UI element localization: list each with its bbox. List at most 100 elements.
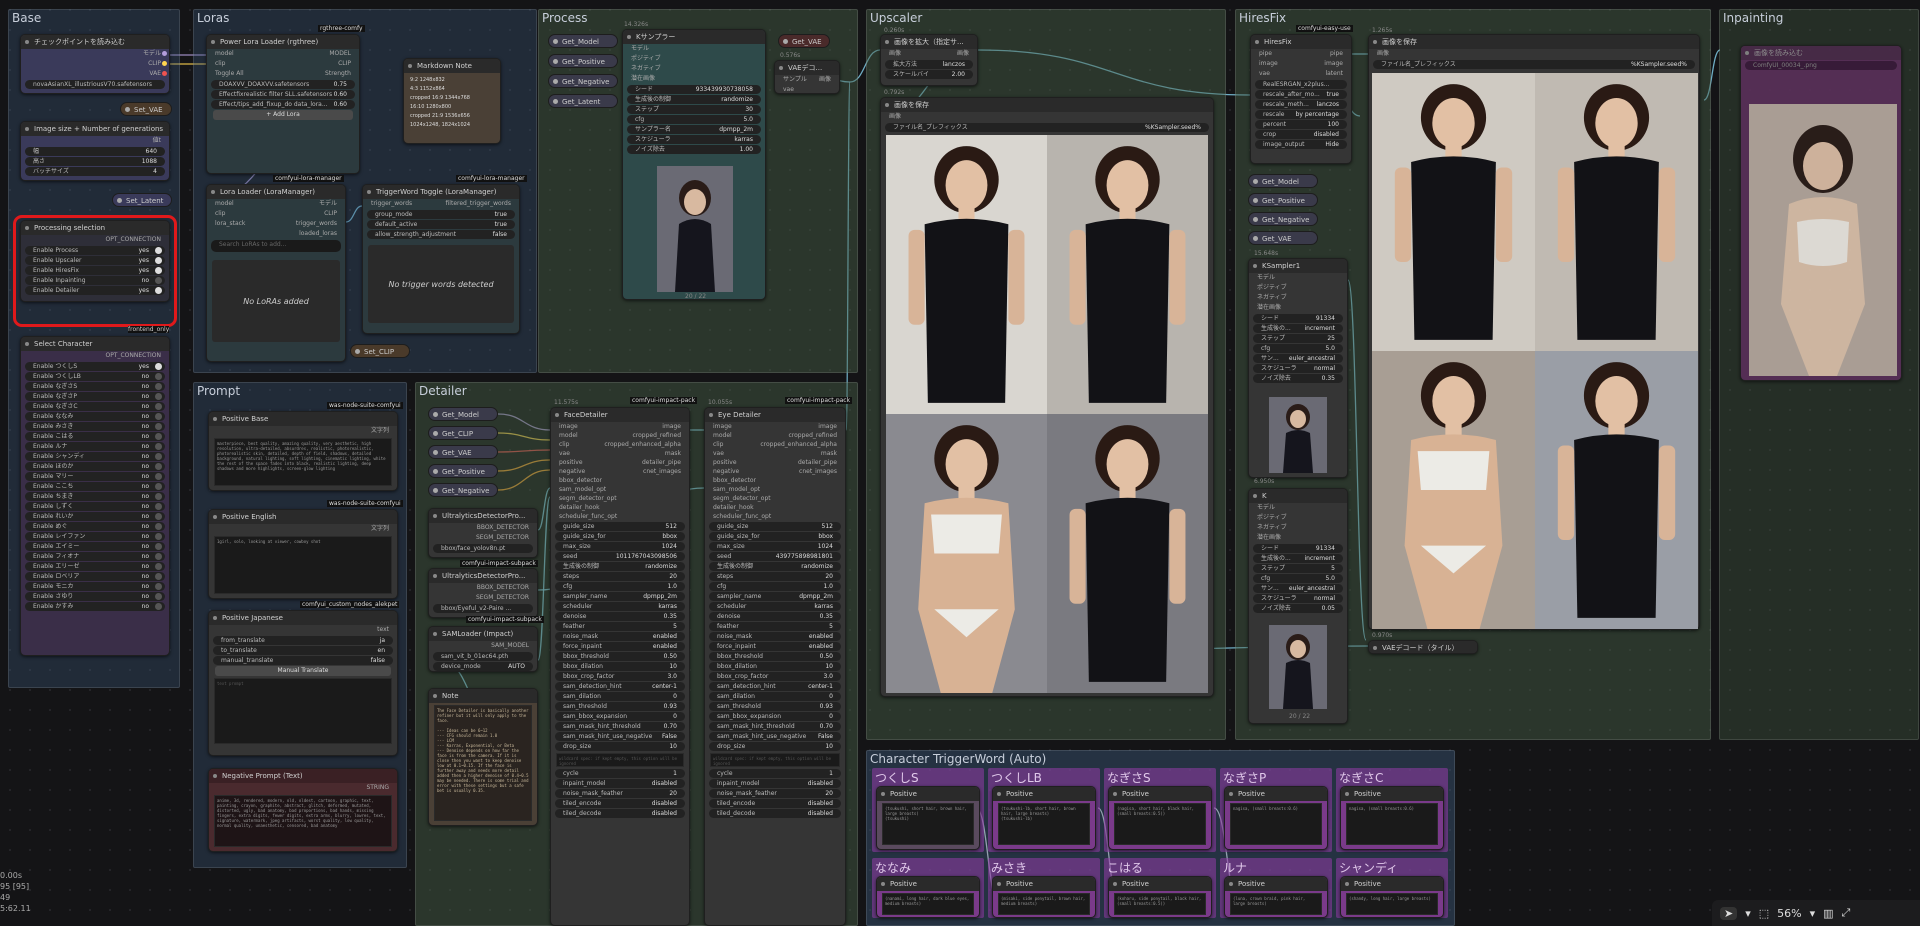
detailer-widget[interactable]: sampler_name dpmpp_2m bbox=[709, 592, 841, 601]
detailer-widget[interactable]: sam_dilation 0 bbox=[555, 692, 685, 701]
detailer-widget[interactable]: inpaint_model disabled bbox=[709, 779, 841, 788]
detailer-widget[interactable]: inpaint_model disabled bbox=[555, 779, 685, 788]
positive-base-node[interactable]: Positive Base 文字列 masterpiece, best qual… bbox=[208, 411, 398, 491]
detailer-widget[interactable]: 生成後の制御 randomize bbox=[555, 562, 685, 571]
detailer-widget[interactable]: sam_bbox_expansion 0 bbox=[709, 712, 841, 721]
character-toggle[interactable]: Enable れいか no bbox=[25, 512, 165, 521]
zoom-level[interactable]: 56% bbox=[1777, 907, 1801, 920]
character-trigger-group[interactable]: なぎさC Positive nagisa, (small breasts:0.6) bbox=[1336, 768, 1448, 852]
character-toggle[interactable]: Enable ここち no bbox=[25, 482, 165, 491]
detailer-widget[interactable]: guide_size 512 bbox=[709, 522, 841, 531]
ksampler1-widget[interactable]: cfg 5.0 bbox=[1253, 344, 1343, 353]
ksampler2-widget[interactable]: シード 91334 bbox=[1253, 544, 1343, 553]
get-node[interactable]: Get_Model bbox=[428, 407, 498, 421]
generated-image[interactable] bbox=[1372, 351, 1535, 629]
character-trigger-group[interactable]: つくしS Positive (tsukushi, short hair, brown… bbox=[872, 768, 984, 852]
detailer-widget[interactable]: drop_size 10 bbox=[709, 742, 841, 751]
ksampler1-widget[interactable]: サン... euler_ancestral bbox=[1253, 354, 1343, 363]
chevron-down-icon[interactable]: ▾ bbox=[1810, 907, 1816, 920]
detailer-widget[interactable]: feather 5 bbox=[709, 622, 841, 631]
detailer-widget[interactable]: sam_mask_hint_threshold 0.70 bbox=[709, 722, 841, 731]
character-toggle[interactable]: Enable ほのか no bbox=[25, 462, 165, 471]
character-toggle[interactable]: Enable なぎさC no bbox=[25, 402, 165, 411]
ultralytics-eye-node[interactable]: UltralyticsDetectorPro... BBOX_DETECTOR … bbox=[428, 568, 538, 618]
detailer-widget[interactable]: feather 5 bbox=[555, 622, 685, 631]
get-node[interactable]: Get_Latent bbox=[548, 94, 618, 108]
character-toggle[interactable]: Enable ルナ no bbox=[25, 442, 165, 451]
lora-row[interactable]: Effect/tips_add_fixup_do data_lora... 0.6… bbox=[211, 100, 355, 109]
character-toggle[interactable]: Enable エリーゼ no bbox=[25, 562, 165, 571]
upscale-image-node[interactable]: 画像を拡大（指定サ... 画像 画像 拡大方法 lanczos スケールバイ 2.00 bbox=[880, 34, 978, 86]
get-node[interactable]: Get_Negative bbox=[428, 483, 498, 497]
positive-textarea[interactable]: nagisa, (small breasts:0.6) bbox=[1346, 803, 1438, 845]
ksampler2-widget[interactable]: ノイズ除去 0.05 bbox=[1253, 604, 1343, 613]
note-node[interactable]: Note The Face Detailer is basically anot… bbox=[428, 688, 538, 826]
filename-prefix-widget[interactable]: ファイル名_プレフィックス %KSampler.seed% bbox=[885, 123, 1209, 132]
get-node[interactable]: Get_CLIP bbox=[428, 426, 498, 440]
detailer-widget[interactable]: max_size 1024 bbox=[709, 542, 841, 551]
generated-image[interactable] bbox=[886, 414, 1047, 693]
get-vae-node[interactable]: Get_VAE bbox=[778, 34, 830, 48]
model-select[interactable]: bbox/Eyeful_v2-Paire ... bbox=[433, 604, 533, 613]
positive-textarea[interactable]: (koharu, side ponytail, black hair, (sma… bbox=[1114, 893, 1206, 915]
character-toggle[interactable]: Enable エイミー no bbox=[25, 542, 165, 551]
upscale-widget[interactable]: スケールバイ 2.00 bbox=[885, 70, 973, 79]
character-toggle[interactable]: Enable ななみ no bbox=[25, 412, 165, 421]
width-widget[interactable]: 幅 640 bbox=[25, 147, 165, 156]
output-dot[interactable] bbox=[162, 51, 167, 56]
character-toggle[interactable]: Enable モニカ no bbox=[25, 582, 165, 591]
character-toggle[interactable]: Enable レイファン no bbox=[25, 532, 165, 541]
detailer-widget[interactable]: cycle 1 bbox=[555, 769, 685, 778]
generated-image[interactable] bbox=[1535, 73, 1698, 351]
detailer-widget[interactable]: scheduler karras bbox=[709, 602, 841, 611]
detailer-widget[interactable]: sam_threshold 0.93 bbox=[555, 702, 685, 711]
character-toggle[interactable]: Enable ちまき no bbox=[25, 492, 165, 501]
sam-loader-node[interactable]: SAMLoader (Impact) SAM_MODEL sam_vit_b_0… bbox=[428, 626, 538, 672]
detailer-widget[interactable]: bbox_dilation 10 bbox=[555, 662, 685, 671]
positive-text-node[interactable]: Positive (tsukushi, short hair, brown hai… bbox=[876, 786, 980, 850]
height-widget[interactable]: 高さ 1088 bbox=[25, 157, 165, 166]
batch-widget[interactable]: バッチサイズ 4 bbox=[25, 167, 165, 176]
positive-text-node[interactable]: Positive (misaki, side ponytail, brown ha… bbox=[992, 876, 1096, 918]
negative-prompt-node[interactable]: Negative Prompt (Text) STRING anime, 3d,… bbox=[208, 768, 398, 852]
detailer-widget[interactable]: bbox_crop_factor 3.0 bbox=[555, 672, 685, 681]
detailer-widget[interactable]: 生成後の制御 randomize bbox=[709, 562, 841, 571]
ksampler2-widget[interactable]: 生成後の... increment bbox=[1253, 554, 1343, 563]
detailer-widget[interactable]: sam_threshold 0.93 bbox=[709, 702, 841, 711]
ksampler-widget[interactable]: ステップ 30 bbox=[627, 105, 761, 114]
ultralytics-face-node[interactable]: UltralyticsDetectorPro... BBOX_DETECTOR … bbox=[428, 508, 538, 558]
detailer-widget[interactable]: bbox_threshold 0.50 bbox=[709, 652, 841, 661]
detailer-widget[interactable]: cfg 1.0 bbox=[555, 582, 685, 591]
detailer-widget[interactable]: guide_size_for bbox bbox=[555, 532, 685, 541]
get-node[interactable]: Get_Model bbox=[1248, 174, 1318, 188]
hiresfix-widget[interactable]: percent 100 bbox=[1255, 120, 1347, 129]
detailer-widget[interactable]: noise_mask enabled bbox=[555, 632, 685, 641]
detailer-widget[interactable]: bbox_dilation 10 bbox=[709, 662, 841, 671]
model-select[interactable]: bbox/face_yolov8n.pt bbox=[433, 544, 533, 553]
checkpoint-loader-node[interactable]: チェックポイントを読み込む モデル CLIP VAE novaAsianXL_i… bbox=[20, 34, 170, 94]
character-trigger-group[interactable]: こはる Positive (koharu, side ponytail, black… bbox=[1104, 858, 1216, 918]
detailer-widget[interactable]: sampler_name dpmpp_2m bbox=[555, 592, 685, 601]
upscale-widget[interactable]: 拡大方法 lanczos bbox=[885, 60, 973, 69]
manual-translate-button[interactable]: Manual Translate bbox=[215, 666, 391, 676]
detailer-widget[interactable]: max_size 1024 bbox=[555, 542, 685, 551]
wildcard-input[interactable]: wildcard spec: if kept empty, this optio… bbox=[556, 753, 684, 767]
get-node[interactable]: Get_Model bbox=[548, 34, 618, 48]
ksampler1-widget[interactable]: ノイズ除去 0.35 bbox=[1253, 374, 1343, 383]
positive-textarea[interactable]: (misaki, side ponytail, brown hair, medi… bbox=[998, 893, 1090, 915]
detailer-widget[interactable]: sam_mask_hint_threshold 0.70 bbox=[555, 722, 685, 731]
chevron-down-icon[interactable]: ▾ bbox=[1745, 907, 1751, 920]
character-toggle[interactable]: Enable かすみ no bbox=[25, 602, 165, 611]
detailer-widget[interactable]: force_inpaint enabled bbox=[555, 642, 685, 651]
ksampler1-preview[interactable] bbox=[1269, 397, 1327, 473]
get-node[interactable]: Get_Negative bbox=[1248, 212, 1318, 226]
lora-loader-node[interactable]: Lora Loader (LoraManager) model モデル clip C… bbox=[206, 184, 346, 362]
ksampler2-node[interactable]: K モデル ポジティブ ネガティブ 潜在画像 シード 91334 生成後の... incre… bbox=[1248, 488, 1348, 724]
sam-widget[interactable]: device_mode AUTO bbox=[433, 662, 533, 671]
hiresfix-widget[interactable]: image_output Hide bbox=[1255, 140, 1347, 149]
detailer-widget[interactable]: noise_mask enabled bbox=[709, 632, 841, 641]
vae-decode-tiled-node[interactable]: VAEデコード（タイル） bbox=[1368, 640, 1478, 654]
translate-option[interactable]: manual_translate false bbox=[213, 656, 393, 665]
detailer-widget[interactable]: sam_bbox_expansion 0 bbox=[555, 712, 685, 721]
filename-prefix-widget[interactable]: ファイル名_プレフィックス %KSampler.seed% bbox=[1373, 60, 1695, 69]
